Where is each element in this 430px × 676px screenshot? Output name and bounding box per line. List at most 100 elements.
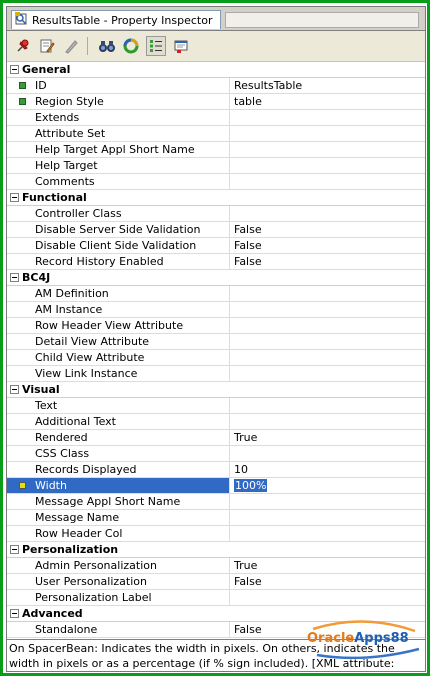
property-name[interactable]: Text [7, 398, 230, 414]
property-name[interactable]: Comments [7, 174, 230, 190]
property-row[interactable]: Child View Attribute [7, 350, 425, 366]
property-value[interactable] [230, 398, 425, 414]
help-icon[interactable] [171, 36, 191, 56]
property-value[interactable] [230, 174, 425, 190]
property-value[interactable]: ResultsTable [230, 78, 425, 94]
category-bc4j[interactable]: BC4J [7, 270, 425, 286]
property-name[interactable]: Detail View Attribute [7, 334, 230, 350]
property-value[interactable] [230, 286, 425, 302]
property-name[interactable]: CSS Class [7, 446, 230, 462]
property-name[interactable]: Attribute Set [7, 126, 230, 142]
property-value[interactable]: False [230, 238, 425, 254]
property-row[interactable]: Region Style table [7, 94, 425, 110]
property-name[interactable]: Extends [7, 110, 230, 126]
property-value[interactable] [230, 318, 425, 334]
property-row[interactable]: Text [7, 398, 425, 414]
property-value[interactable]: False [230, 574, 425, 590]
property-value[interactable] [230, 142, 425, 158]
collapse-icon[interactable] [10, 193, 19, 202]
tab-property-inspector[interactable]: ResultsTable - Property Inspector [11, 10, 221, 29]
property-value[interactable] [230, 446, 425, 462]
property-name[interactable]: Additional Text [7, 414, 230, 430]
property-row[interactable]: ID ResultsTable [7, 78, 425, 94]
property-name[interactable]: Admin Personalization [7, 558, 230, 574]
property-value[interactable] [230, 110, 425, 126]
property-value[interactable] [230, 350, 425, 366]
category-visual[interactable]: Visual [7, 382, 425, 398]
property-row[interactable]: Records Displayed 10 [7, 462, 425, 478]
collapse-icon[interactable] [10, 273, 19, 282]
property-row[interactable]: Message Name [7, 510, 425, 526]
edit-icon[interactable] [37, 36, 57, 56]
property-row[interactable]: AM Instance [7, 302, 425, 318]
property-value[interactable]: True [230, 558, 425, 574]
categorized-view-icon[interactable] [146, 36, 166, 56]
property-value[interactable] [230, 414, 425, 430]
collapse-icon[interactable] [10, 385, 19, 394]
property-name[interactable]: Help Target [7, 158, 230, 174]
property-value[interactable] [230, 510, 425, 526]
property-name[interactable]: Row Header View Attribute [7, 318, 230, 334]
property-row[interactable]: Attribute Set [7, 126, 425, 142]
property-row[interactable]: AM Definition [7, 286, 425, 302]
category-general[interactable]: General [7, 62, 425, 78]
property-value[interactable]: False [230, 254, 425, 270]
property-row[interactable]: Detail View Attribute [7, 334, 425, 350]
collapse-icon[interactable] [10, 545, 19, 554]
property-name[interactable]: ID [7, 78, 230, 94]
pencil-icon[interactable] [61, 36, 81, 56]
property-value[interactable]: True [230, 430, 425, 446]
collapse-icon[interactable] [10, 609, 19, 618]
property-name[interactable]: User Personalization [7, 574, 230, 590]
property-row[interactable]: Extends [7, 110, 425, 126]
property-name[interactable]: Personalization Label [7, 590, 230, 606]
property-name[interactable]: Standalone [7, 622, 230, 638]
property-value[interactable] [230, 366, 425, 382]
property-row[interactable]: Help Target [7, 158, 425, 174]
property-name[interactable]: View Link Instance [7, 366, 230, 382]
property-name[interactable]: Disable Client Side Validation [7, 238, 230, 254]
property-row[interactable]: Rendered True [7, 430, 425, 446]
property-name[interactable]: AM Definition [7, 286, 230, 302]
property-value[interactable] [230, 494, 425, 510]
property-name[interactable]: Controller Class [7, 206, 230, 222]
property-row[interactable]: Controller Class [7, 206, 425, 222]
category-functional[interactable]: Functional [7, 190, 425, 206]
property-row[interactable]: Row Header View Attribute [7, 318, 425, 334]
property-name[interactable]: Region Style [7, 94, 230, 110]
property-row[interactable]: Admin Personalization True [7, 558, 425, 574]
property-value[interactable]: 100% [230, 478, 425, 494]
property-value[interactable]: False [230, 222, 425, 238]
property-row[interactable]: Comments [7, 174, 425, 190]
property-name[interactable]: Disable Server Side Validation [7, 222, 230, 238]
property-value[interactable] [230, 334, 425, 350]
property-value[interactable] [230, 126, 425, 142]
property-row[interactable]: User Personalization False [7, 574, 425, 590]
property-name[interactable]: Message Name [7, 510, 230, 526]
property-row[interactable]: Width 100% [7, 478, 425, 494]
property-value[interactable] [230, 302, 425, 318]
property-value[interactable] [230, 590, 425, 606]
pushpin-icon[interactable] [13, 36, 33, 56]
property-value[interactable] [230, 158, 425, 174]
property-value[interactable]: table [230, 94, 425, 110]
property-name[interactable]: AM Instance [7, 302, 230, 318]
property-row[interactable]: Row Header Col [7, 526, 425, 542]
collapse-icon[interactable] [10, 65, 19, 74]
property-row[interactable]: Personalization Label [7, 590, 425, 606]
property-name[interactable]: Message Appl Short Name [7, 494, 230, 510]
property-name[interactable]: Width [7, 478, 230, 494]
property-row[interactable]: Additional Text [7, 414, 425, 430]
property-row[interactable]: View Link Instance [7, 366, 425, 382]
property-name[interactable]: Record History Enabled [7, 254, 230, 270]
property-name[interactable]: Child View Attribute [7, 350, 230, 366]
property-name[interactable]: Rendered [7, 430, 230, 446]
property-row[interactable]: Record History Enabled False [7, 254, 425, 270]
property-row[interactable]: Message Appl Short Name [7, 494, 425, 510]
property-name[interactable]: Records Displayed [7, 462, 230, 478]
category-personalization[interactable]: Personalization [7, 542, 425, 558]
property-row[interactable]: Help Target Appl Short Name [7, 142, 425, 158]
property-row[interactable]: CSS Class [7, 446, 425, 462]
property-row[interactable]: Disable Client Side Validation False [7, 238, 425, 254]
property-name[interactable]: Row Header Col [7, 526, 230, 542]
